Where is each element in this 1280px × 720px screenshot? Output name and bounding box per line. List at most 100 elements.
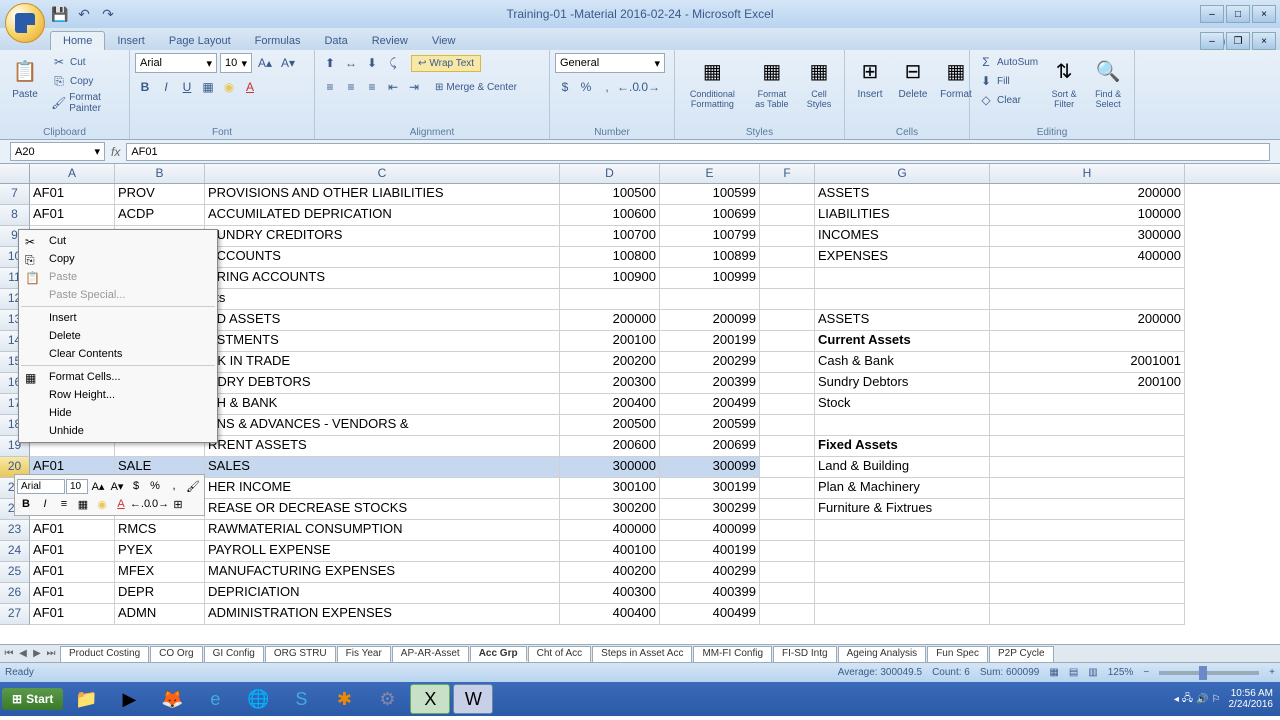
mini-italic[interactable]: I — [36, 495, 54, 513]
cell[interactable]: ACCOUNTS — [205, 247, 560, 268]
cell-styles-button[interactable]: ▦Cell Styles — [799, 53, 839, 111]
cell[interactable]: 200100 — [990, 373, 1185, 394]
decrease-font-icon[interactable]: A▾ — [278, 53, 298, 73]
zoom-in-icon[interactable]: + — [1269, 667, 1275, 678]
cell[interactable]: 200599 — [660, 415, 760, 436]
cell[interactable]: 100600 — [560, 205, 660, 226]
sheet-tab[interactable]: GI Config — [204, 646, 264, 662]
cell[interactable] — [660, 289, 760, 310]
cell[interactable]: 200000 — [990, 184, 1185, 205]
sheet-next-icon[interactable]: ▶ — [30, 648, 44, 659]
undo-icon[interactable]: ↶ — [74, 4, 94, 24]
formula-input[interactable]: AF01 — [126, 143, 1270, 161]
mini-fill[interactable]: ◉ — [93, 495, 111, 513]
cell[interactable]: AF01 — [30, 583, 115, 604]
clock[interactable]: 10:56 AM 2/24/2016 — [1224, 688, 1279, 710]
cell[interactable]: 200200 — [560, 352, 660, 373]
cell[interactable]: 400000 — [560, 520, 660, 541]
cell[interactable] — [760, 310, 815, 331]
cell[interactable]: NDRY DEBTORS — [205, 373, 560, 394]
bold-button[interactable]: B — [135, 77, 155, 97]
zoom-level[interactable]: 125% — [1108, 667, 1134, 678]
cell[interactable] — [760, 373, 815, 394]
row-header[interactable]: 27 — [0, 604, 30, 625]
cell[interactable]: 300000 — [990, 226, 1185, 247]
cell[interactable]: AF01 — [30, 541, 115, 562]
align-middle-icon[interactable]: ↔ — [341, 53, 361, 73]
cell[interactable]: ACDP — [115, 205, 205, 226]
cell[interactable]: SH & BANK — [205, 394, 560, 415]
font-color-button[interactable]: A — [240, 77, 260, 97]
cell[interactable]: 100500 — [560, 184, 660, 205]
zoom-slider[interactable] — [1159, 671, 1259, 675]
find-select-button[interactable]: 🔍Find & Select — [1087, 53, 1129, 111]
ctx-insert[interactable]: Insert — [21, 309, 215, 327]
app-icon[interactable]: ✱ — [324, 684, 364, 714]
office-button[interactable] — [5, 3, 45, 43]
cell[interactable]: 100999 — [660, 268, 760, 289]
cell[interactable]: 300299 — [660, 499, 760, 520]
cell[interactable]: CK IN TRADE — [205, 352, 560, 373]
mini-painter[interactable]: 🖌 — [184, 477, 202, 495]
wrap-text-button[interactable]: ↩Wrap Text — [411, 55, 481, 72]
sheet-tab[interactable]: FI-SD Intg — [773, 646, 837, 662]
cell[interactable]: RRENT ASSETS — [205, 436, 560, 457]
tray-flag-icon[interactable]: ⚐ — [1212, 694, 1221, 705]
cell[interactable]: 200699 — [660, 436, 760, 457]
cell[interactable]: AF01 — [30, 520, 115, 541]
italic-button[interactable]: I — [156, 77, 176, 97]
chrome-icon[interactable]: 🌐 — [238, 684, 278, 714]
mini-font[interactable]: Arial — [17, 479, 65, 494]
cell[interactable]: ADMINISTRATION EXPENSES — [205, 604, 560, 625]
row-header[interactable]: 7 — [0, 184, 30, 205]
col-header-b[interactable]: B — [115, 164, 205, 183]
ctx-unhide[interactable]: Unhide — [21, 422, 215, 440]
sheet-first-icon[interactable]: ⏮ — [2, 648, 16, 659]
cell[interactable]: 400300 — [560, 583, 660, 604]
cell[interactable]: Sundry Debtors — [815, 373, 990, 394]
cell[interactable]: 400099 — [660, 520, 760, 541]
cell[interactable] — [760, 478, 815, 499]
align-center-icon[interactable]: ≡ — [341, 77, 361, 97]
cell[interactable]: Cash & Bank — [815, 352, 990, 373]
cell[interactable]: ED ASSETS — [205, 310, 560, 331]
indent-decrease-icon[interactable]: ⇤ — [383, 77, 403, 97]
excel-icon[interactable]: X — [410, 684, 450, 714]
sort-filter-button[interactable]: ⇅Sort & Filter — [1044, 53, 1084, 111]
tab-home[interactable]: Home — [50, 31, 105, 50]
align-left-icon[interactable]: ≡ — [320, 77, 340, 97]
fx-icon[interactable]: fx — [105, 145, 126, 159]
mini-comma[interactable]: , — [165, 477, 183, 495]
col-header-h[interactable]: H — [990, 164, 1185, 183]
name-box[interactable]: A20▾ — [10, 142, 105, 161]
sheet-tab[interactable]: P2P Cycle — [989, 646, 1054, 662]
save-icon[interactable]: 💾 — [50, 4, 70, 24]
cell[interactable] — [760, 541, 815, 562]
col-header-f[interactable]: F — [760, 164, 815, 183]
col-header-d[interactable]: D — [560, 164, 660, 183]
row-header[interactable]: 8 — [0, 205, 30, 226]
cell[interactable] — [990, 268, 1185, 289]
cell[interactable]: 300100 — [560, 478, 660, 499]
delete-cells-button[interactable]: ⊟Delete — [893, 53, 933, 102]
cell[interactable]: 100799 — [660, 226, 760, 247]
cell[interactable]: 200500 — [560, 415, 660, 436]
cell[interactable]: HER INCOME — [205, 478, 560, 499]
cell[interactable] — [760, 562, 815, 583]
currency-icon[interactable]: $ — [555, 77, 575, 97]
cell[interactable]: 200000 — [560, 310, 660, 331]
underline-button[interactable]: U — [177, 77, 197, 97]
row-header[interactable]: 24 — [0, 541, 30, 562]
sheet-tab[interactable]: Acc Grp — [470, 646, 527, 662]
merge-center-button[interactable]: ⊞Merge & Center — [432, 81, 520, 94]
autosum-button[interactable]: ΣAutoSum — [975, 53, 1041, 71]
cell[interactable]: 400299 — [660, 562, 760, 583]
tab-formulas[interactable]: Formulas — [243, 32, 313, 50]
ctx-row-height[interactable]: Row Height... — [21, 386, 215, 404]
format-table-button[interactable]: ▦Format as Table — [748, 53, 796, 111]
cell[interactable] — [990, 604, 1185, 625]
ctx-format-cells[interactable]: ▦Format Cells... — [21, 368, 215, 386]
cell[interactable] — [990, 499, 1185, 520]
iexplorer-icon[interactable]: e — [195, 684, 235, 714]
view-break-icon[interactable]: ▥ — [1088, 667, 1097, 678]
